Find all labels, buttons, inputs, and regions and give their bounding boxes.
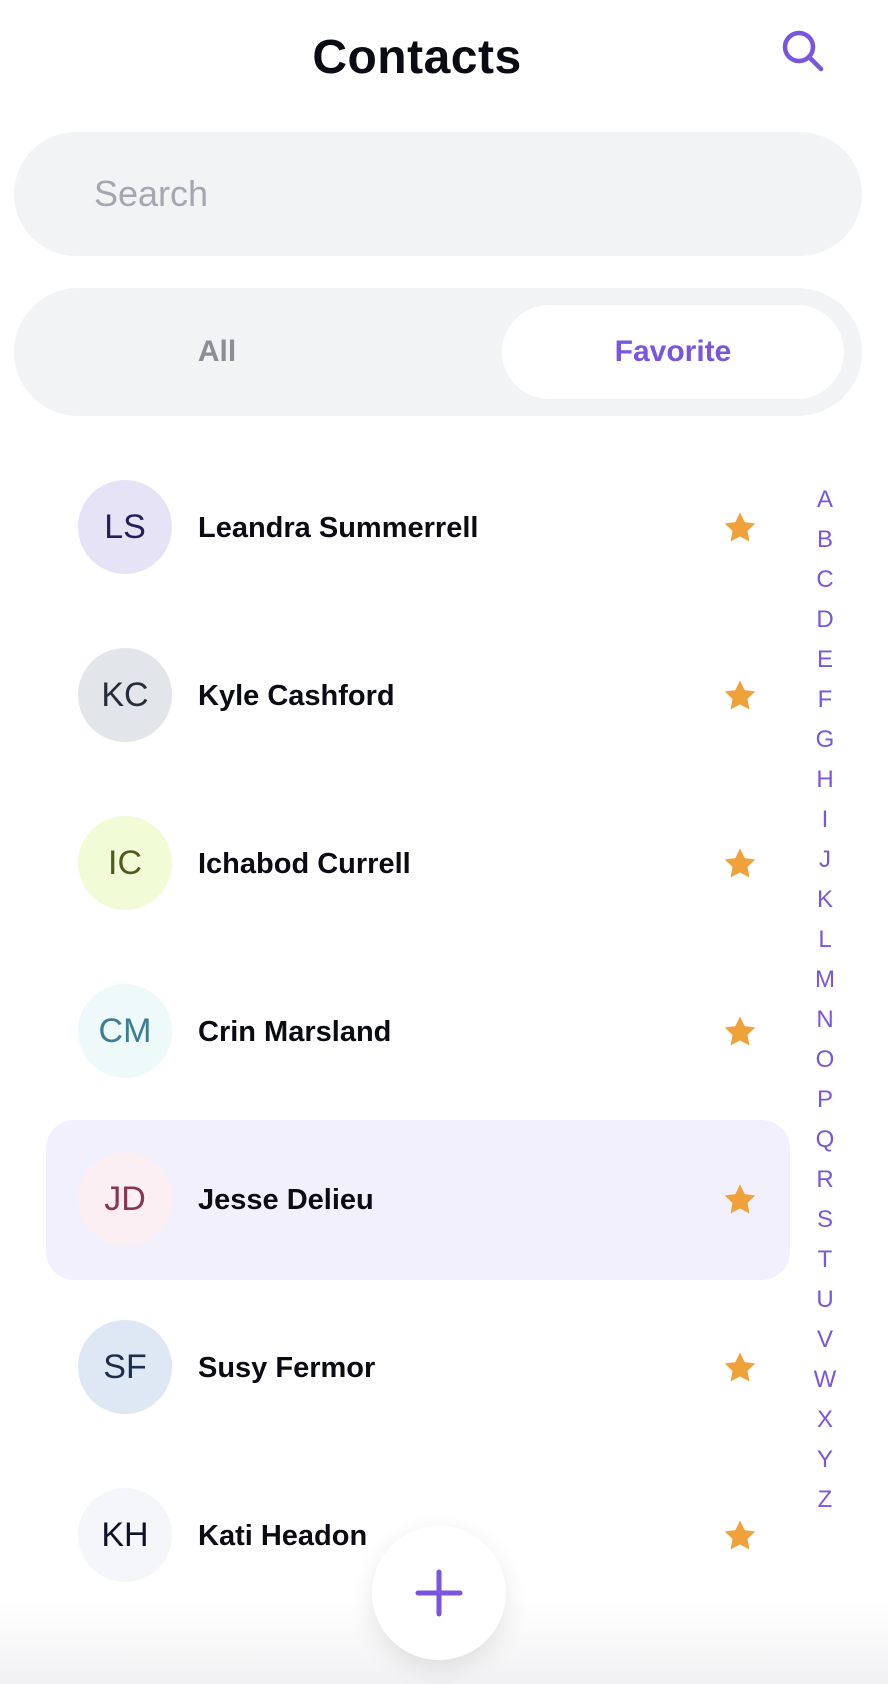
index-letter[interactable]: P	[805, 1080, 845, 1120]
avatar: IC	[78, 816, 172, 910]
contact-name: Ichabod Currell	[198, 847, 411, 880]
avatar: CM	[78, 984, 172, 1078]
index-letter[interactable]: T	[805, 1240, 845, 1280]
index-letter[interactable]: I	[805, 800, 845, 840]
index-letter[interactable]: O	[805, 1040, 845, 1080]
page-title: Contacts	[312, 31, 522, 84]
star-icon[interactable]	[722, 1014, 758, 1050]
index-letter[interactable]: Y	[805, 1440, 845, 1480]
star-icon[interactable]	[722, 1350, 758, 1386]
contact-name: Jesse Delieu	[198, 1183, 374, 1216]
contact-name: Susy Fermor	[198, 1351, 376, 1384]
search-input[interactable]	[14, 132, 862, 256]
star-icon[interactable]	[722, 678, 758, 714]
add-contact-button[interactable]	[372, 1526, 506, 1660]
index-letter[interactable]: C	[805, 560, 845, 600]
avatar: LS	[78, 480, 172, 574]
index-letter[interactable]: A	[805, 480, 845, 520]
star-icon[interactable]	[722, 1182, 758, 1218]
search-bar	[14, 132, 862, 256]
index-letter[interactable]: S	[805, 1200, 845, 1240]
index-letter[interactable]: G	[805, 720, 845, 760]
filter-tabs: All Favorite	[14, 288, 862, 416]
star-icon[interactable]	[722, 1518, 758, 1554]
contact-name: Kyle Cashford	[198, 679, 395, 712]
index-letter[interactable]: F	[805, 680, 845, 720]
contact-row[interactable]: CM Crin Marsland	[46, 952, 790, 1112]
index-letter[interactable]: X	[805, 1400, 845, 1440]
contact-row[interactable]: SF Susy Fermor	[46, 1288, 790, 1448]
index-letter[interactable]: J	[805, 840, 845, 880]
avatar: KH	[78, 1488, 172, 1582]
index-letter[interactable]: R	[805, 1160, 845, 1200]
index-letter[interactable]: E	[805, 640, 845, 680]
avatar: JD	[78, 1152, 172, 1246]
contact-name: Kati Headon	[198, 1519, 368, 1552]
contact-name: Leandra Summerrell	[198, 511, 479, 544]
contact-row[interactable]: IC Ichabod Currell	[46, 784, 790, 944]
contact-row[interactable]: JD Jesse Delieu	[46, 1120, 790, 1280]
index-letter[interactable]: W	[805, 1360, 845, 1400]
contact-name: Crin Marsland	[198, 1015, 392, 1048]
index-letter[interactable]: H	[805, 760, 845, 800]
index-letter[interactable]: U	[805, 1280, 845, 1320]
tab-all[interactable]: All	[30, 305, 404, 399]
header-search-button[interactable]	[778, 26, 828, 76]
index-letter[interactable]: K	[805, 880, 845, 920]
index-letter[interactable]: D	[805, 600, 845, 640]
index-letter[interactable]: B	[805, 520, 845, 560]
app-header: Contacts	[0, 0, 888, 120]
contact-row[interactable]: LS Leandra Summerrell	[46, 448, 790, 608]
plus-icon	[415, 1569, 463, 1617]
index-letter[interactable]: M	[805, 960, 845, 1000]
tab-favorite[interactable]: Favorite	[502, 305, 844, 399]
avatar: SF	[78, 1320, 172, 1414]
search-icon	[782, 30, 824, 72]
star-icon[interactable]	[722, 510, 758, 546]
index-letter[interactable]: Z	[805, 1480, 845, 1520]
index-letter[interactable]: Q	[805, 1120, 845, 1160]
index-letter[interactable]: L	[805, 920, 845, 960]
index-letter[interactable]: N	[805, 1000, 845, 1040]
contact-row[interactable]: KC Kyle Cashford	[46, 616, 790, 776]
alphabet-index: ABCDEFGHIJKLMNOPQRSTUVWXYZ	[805, 480, 845, 1520]
star-icon[interactable]	[722, 846, 758, 882]
index-letter[interactable]: V	[805, 1320, 845, 1360]
avatar: KC	[78, 648, 172, 742]
